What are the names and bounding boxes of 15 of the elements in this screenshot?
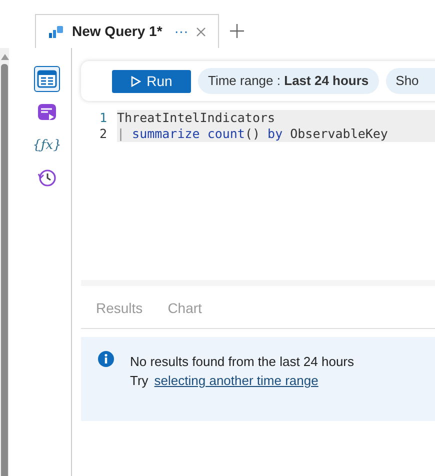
line-number: 1 <box>98 110 108 126</box>
side-rail-button[interactable]: {ƒx} <box>34 132 60 158</box>
message-prefix: Try <box>130 372 148 390</box>
run-button[interactable]: Run <box>112 70 191 92</box>
time-range-link[interactable]: selecting another time range <box>154 371 318 390</box>
results-tab[interactable]: Chart <box>168 292 202 324</box>
toolbar-pill[interactable]: Sho <box>386 68 435 94</box>
tab-title: New Query 1* <box>72 22 162 41</box>
query-tab[interactable]: New Query 1* ··· <box>35 14 220 48</box>
function-icon: {ƒx} <box>32 138 62 152</box>
results-tab[interactable]: Results <box>96 292 143 324</box>
line-number: 2 <box>98 126 108 142</box>
more-button[interactable]: ··· <box>174 21 188 42</box>
message-title: No results found from the last 24 hours <box>130 353 354 371</box>
time-range-pill[interactable]: Time range : Last 24 hours <box>198 68 379 94</box>
